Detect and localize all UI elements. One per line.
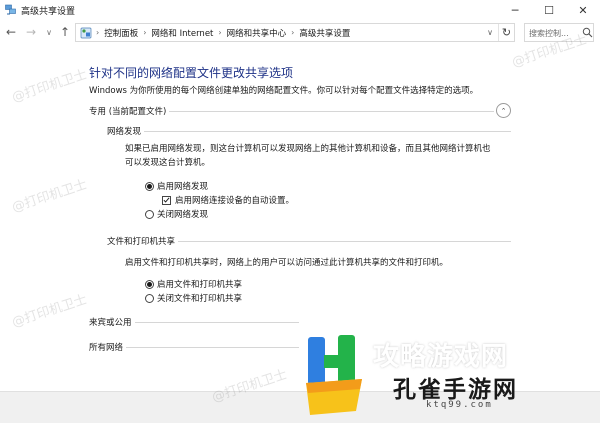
network-sharing-icon <box>5 4 16 15</box>
auto-setup-label[interactable]: 启用网络连接设备的自动设置。 <box>175 194 294 206</box>
breadcrumb-network-internet[interactable]: 网络和 Internet <box>151 27 213 39</box>
address-bar[interactable]: › 控制面板 › 网络和 Internet › 网络和共享中心 › 高级共享设置… <box>75 23 515 42</box>
brand-top-text: 攻略游戏网 <box>373 342 509 372</box>
file-sharing-off-option[interactable]: 关闭文件和打印机共享 <box>145 292 242 304</box>
title-bar: 高级共享设置 ─ ☐ ✕ <box>0 0 600 20</box>
breadcrumb-network-sharing-center[interactable]: 网络和共享中心 <box>227 27 287 39</box>
network-discovery-on-option[interactable]: 启用网络发现 <box>145 180 208 192</box>
auto-setup-checkbox[interactable] <box>162 195 171 205</box>
back-arrow-icon[interactable]: ← <box>3 24 19 40</box>
breadcrumb-separator[interactable]: › <box>291 28 294 37</box>
window-title: 高级共享设置 <box>21 7 76 17</box>
close-button[interactable]: ✕ <box>566 0 600 20</box>
address-dropdown-chevron-icon[interactable]: ∨ <box>483 24 497 41</box>
up-arrow-icon[interactable]: ↑ <box>57 24 73 40</box>
network-discovery-description-cont: 可以发现这台计算机。 <box>125 158 211 168</box>
subsection-divider <box>107 131 511 132</box>
guest-public-profile-header[interactable]: 来宾或公用 <box>89 316 135 328</box>
address-row: ← → ∨ ↑ › 控制面板 › 网络和 Internet › 网络和共享中心 … <box>0 20 600 45</box>
network-discovery-off-option[interactable]: 关闭网络发现 <box>145 208 208 220</box>
radio-selected[interactable] <box>145 181 154 191</box>
breadcrumb-advanced-sharing[interactable]: 高级共享设置 <box>299 27 350 39</box>
radio-unselected[interactable] <box>145 209 154 219</box>
breadcrumb: › 控制面板 › 网络和 Internet › 网络和共享中心 › 高级共享设置 <box>96 24 350 41</box>
breadcrumb-separator[interactable]: › <box>143 28 146 37</box>
collapse-chevron-icon[interactable]: ⌃ <box>496 103 511 118</box>
network-discovery-label: 网络发现 <box>107 125 145 137</box>
radio-unselected[interactable] <box>145 293 154 303</box>
search-input[interactable] <box>529 26 581 40</box>
brand-logo-icon <box>306 335 362 415</box>
private-profile-header[interactable]: 专用 (当前配置文件) <box>89 105 170 117</box>
network-discovery-off-label[interactable]: 关闭网络发现 <box>157 208 208 220</box>
file-sharing-on-option[interactable]: 启用文件和打印机共享 <box>145 278 242 290</box>
brand-overlay: 攻略游戏网 孔雀手游网 ktq99.com <box>300 318 600 423</box>
checkmark-icon <box>163 197 170 203</box>
search-box[interactable] <box>524 23 594 42</box>
breadcrumb-separator[interactable]: › <box>218 28 221 37</box>
brand-url-text: ktq99.com <box>426 400 493 410</box>
file-printer-sharing-label: 文件和打印机共享 <box>107 235 179 247</box>
brand-name-text: 孔雀手游网 <box>393 377 518 403</box>
radio-selected[interactable] <box>145 279 154 289</box>
breadcrumb-separator: › <box>96 28 100 37</box>
network-discovery-on-label[interactable]: 启用网络发现 <box>157 180 208 192</box>
auto-setup-option[interactable]: 启用网络连接设备的自动设置。 <box>162 194 294 206</box>
minimize-button[interactable]: ─ <box>498 0 532 20</box>
file-sharing-off-label[interactable]: 关闭文件和打印机共享 <box>157 292 242 304</box>
breadcrumb-control-panel[interactable]: 控制面板 <box>104 27 138 39</box>
intro-text: Windows 为你所使用的每个网络创建单独的网络配置文件。你可以针对每个配置文… <box>89 86 479 96</box>
network-discovery-description: 如果已启用网络发现，则这台计算机可以发现网络上的其他计算机和设备，而且其他网络计… <box>125 144 491 154</box>
control-panel-icon <box>80 27 92 39</box>
page-title: 针对不同的网络配置文件更改共享选项 <box>89 66 294 80</box>
maximize-button[interactable]: ☐ <box>532 0 566 20</box>
forward-arrow-icon[interactable]: → <box>23 24 39 40</box>
file-printer-sharing-description: 启用文件和打印机共享时，网络上的用户可以访问通过此计算机共享的文件和打印机。 <box>125 258 449 268</box>
refresh-icon[interactable]: ↻ <box>498 24 514 41</box>
search-icon[interactable] <box>582 27 593 38</box>
all-networks-profile-header[interactable]: 所有网络 <box>89 341 127 353</box>
file-sharing-on-label[interactable]: 启用文件和打印机共享 <box>157 278 242 290</box>
recent-locations-chevron-icon[interactable]: ∨ <box>41 24 57 40</box>
